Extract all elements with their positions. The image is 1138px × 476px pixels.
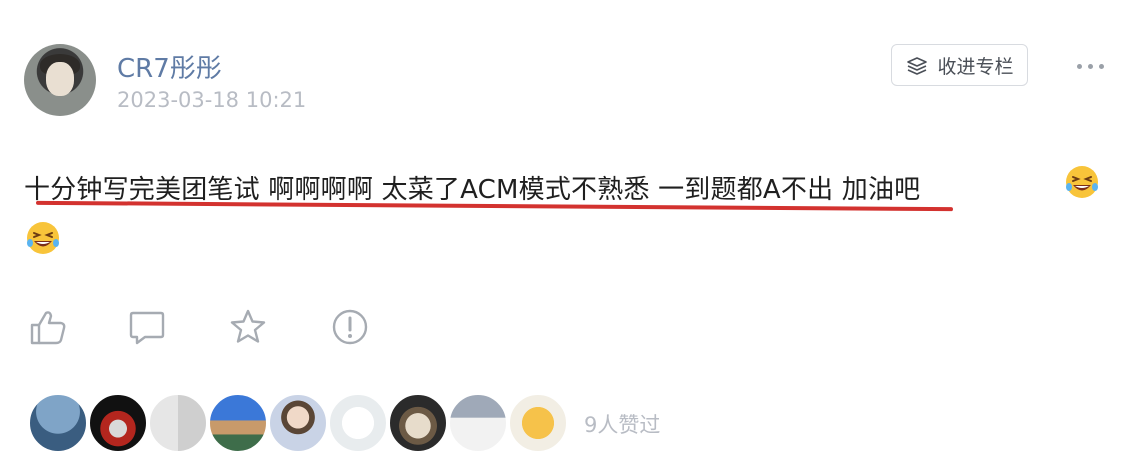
liker-avatar[interactable] bbox=[508, 393, 568, 453]
collect-to-column-button[interactable]: 收进专栏 bbox=[891, 44, 1028, 86]
collect-label: 收进专栏 bbox=[937, 55, 1014, 78]
author-name[interactable]: CR7彤彤 bbox=[117, 48, 222, 85]
grinning-squint-sweat-emoji bbox=[1066, 166, 1098, 198]
post-actions-bar bbox=[0, 307, 400, 351]
star-icon[interactable] bbox=[228, 307, 268, 347]
liker-avatar[interactable] bbox=[328, 393, 388, 453]
likes-count[interactable]: 9人赞过 bbox=[584, 409, 660, 439]
more-options-icon[interactable] bbox=[1070, 54, 1110, 78]
author-avatar[interactable] bbox=[24, 44, 96, 116]
liker-avatar[interactable] bbox=[268, 393, 328, 453]
liker-avatar[interactable] bbox=[148, 393, 208, 453]
column-icon bbox=[907, 57, 928, 75]
report-icon[interactable] bbox=[330, 307, 370, 347]
liker-avatar[interactable] bbox=[28, 393, 88, 453]
liker-avatar[interactable] bbox=[208, 393, 268, 453]
like-icon[interactable] bbox=[28, 307, 68, 347]
liker-avatar[interactable] bbox=[388, 393, 448, 453]
liker-avatar[interactable] bbox=[448, 393, 508, 453]
comment-icon[interactable] bbox=[127, 307, 167, 347]
post-timestamp: 2023-03-18 10:21 bbox=[117, 88, 307, 112]
liker-avatar[interactable] bbox=[88, 393, 148, 453]
grinning-squint-sweat-emoji bbox=[27, 222, 59, 254]
